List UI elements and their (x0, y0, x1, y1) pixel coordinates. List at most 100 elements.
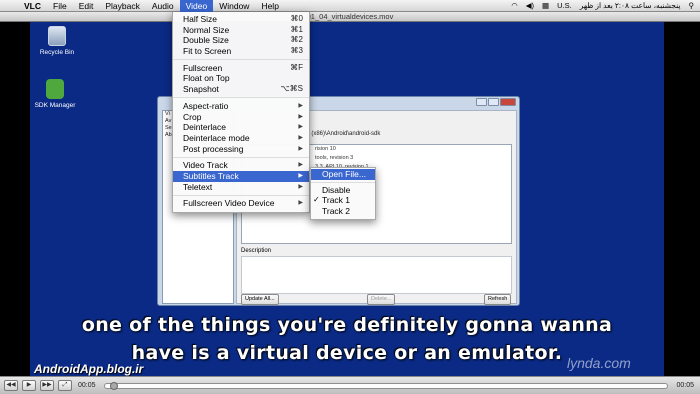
submenu-arrow-icon: ▶ (298, 183, 303, 190)
menu-item-crop[interactable]: Crop ▶ (173, 112, 309, 123)
menu-separator (173, 156, 309, 158)
menu-item-label: Snapshot (183, 84, 219, 95)
menu-item-fullscreen[interactable]: Fullscreen ⌘F (173, 63, 309, 74)
menu-item-label: Deinterlace mode (183, 132, 250, 143)
menu-item-label: Fullscreen (183, 62, 223, 73)
menu-app-vlc[interactable]: VLC (18, 0, 47, 12)
submenu-item-track-2[interactable]: Track 2 (311, 206, 375, 217)
blog-watermark: AndroidApp.blog.ir (34, 362, 144, 376)
menu-item-aspect-ratio[interactable]: Aspect-ratio ▶ (173, 101, 309, 112)
play-icon: ▶ (26, 382, 32, 388)
submenu-item-label: Track 2 (322, 205, 351, 216)
submenu-arrow-icon: ▶ (298, 113, 303, 120)
menu-item-shortcut: ⌘2 (290, 35, 303, 45)
menu-item-label: Video Track (183, 160, 228, 171)
minimize-icon (476, 98, 487, 106)
menu-separator (173, 194, 309, 196)
menu-separator (311, 181, 375, 183)
wifi-icon[interactable]: ◠ (511, 1, 518, 10)
menu-item-label: Deinterlace (183, 122, 226, 133)
menu-playback[interactable]: Playback (99, 0, 146, 12)
submenu-arrow-icon: ▶ (298, 200, 303, 207)
submenu-item-open-file[interactable]: Open File... (311, 169, 375, 180)
close-icon (500, 98, 516, 106)
menu-item-subtitles-track[interactable]: Subtitles Track ▶ (173, 170, 309, 182)
submenu-arrow-icon: ▶ (298, 162, 303, 169)
android-icon (46, 79, 64, 99)
menu-item-shortcut: ⌥⌘S (280, 84, 303, 94)
fast-forward-button[interactable]: ▶▶ (40, 380, 54, 391)
seek-knob[interactable] (110, 381, 119, 390)
menu-bar: VLC File Edit Playback Audio Video Windo… (0, 0, 700, 12)
lynda-watermark: lynda.com (567, 355, 631, 371)
update-all-button: Update All... (241, 294, 279, 305)
menu-video[interactable]: Video (179, 0, 214, 12)
submenu-arrow-icon: ▶ (298, 172, 303, 179)
submenu-item-disable[interactable]: Disable (311, 185, 375, 196)
delete-button: Delete... (367, 294, 396, 305)
menu-item-label: Float on Top (183, 73, 230, 84)
maximize-icon (488, 98, 499, 106)
flag-icon: ▦ (542, 1, 550, 10)
video-menu: Half Size ⌘0 Normal Size ⌘1 Double Size ⌘2 Fit… (172, 12, 310, 213)
fullscreen-button[interactable]: ⤢ (58, 380, 72, 391)
window-title: 01_04_virtualdevices.mov (0, 12, 700, 22)
spotlight-icon[interactable]: ⚲ (689, 1, 695, 10)
clock[interactable]: پنجشنبه، ساعت ۲:۰۸ بعد از ظهر (580, 1, 681, 10)
menu-item-shortcut: ⌘3 (290, 46, 303, 56)
menu-item-teletext[interactable]: Teletext ▶ (173, 182, 309, 193)
menu-item-deinterlace-mode[interactable]: Deinterlace mode ▶ (173, 133, 309, 144)
menu-item-video-track[interactable]: Video Track ▶ (173, 160, 309, 171)
rewind-button[interactable]: ◀◀ (4, 380, 18, 391)
menu-item-label: Subtitles Track (183, 170, 239, 181)
menu-file[interactable]: File (47, 0, 73, 12)
menu-window[interactable]: Window (213, 0, 255, 12)
recycle-bin-icon (48, 26, 66, 46)
desktop-icon-recycle-bin: Recycle Bin (32, 26, 82, 56)
refresh-button: Refresh (484, 294, 512, 305)
menu-item-label: Double Size (183, 35, 229, 46)
menu-item-label: Normal Size (183, 24, 230, 35)
time-remaining: 00:05 (676, 382, 694, 389)
fast-forward-icon: ▶▶ (42, 382, 52, 388)
menu-item-double-size[interactable]: Double Size ⌘2 (173, 35, 309, 46)
menu-item-label: Aspect-ratio (183, 100, 229, 111)
menu-item-post-processing[interactable]: Post processing ▶ (173, 144, 309, 155)
input-locale[interactable]: U.S. (557, 1, 572, 10)
menu-item-fit-to-screen[interactable]: Fit to Screen ⌘3 (173, 46, 309, 57)
menu-item-label: Post processing (183, 143, 244, 154)
menu-item-fullscreen-video-device[interactable]: Fullscreen Video Device ▶ (173, 198, 309, 209)
menu-item-label: Half Size (183, 14, 218, 24)
description-box (241, 256, 512, 294)
submenu-item-track-1[interactable]: ✓ Track 1 (311, 195, 375, 206)
desktop-icon-label: Recycle Bin (39, 49, 75, 56)
submenu-arrow-icon: ▶ (298, 124, 303, 131)
submenu-item-label: Disable (322, 184, 351, 195)
menu-item-snapshot[interactable]: Snapshot ⌥⌘S (173, 84, 309, 95)
menu-item-shortcut: ⌘F (290, 62, 303, 72)
menu-item-normal-size[interactable]: Normal Size ⌘1 (173, 25, 309, 36)
menu-item-float-on-top[interactable]: Float on Top (173, 73, 309, 84)
desktop-icon-label: SDK Manager (34, 102, 76, 109)
submenu-item-label: Track 1 (322, 195, 351, 206)
menu-item-half-size[interactable]: Half Size ⌘0 (173, 14, 309, 25)
seek-bar[interactable] (103, 381, 669, 390)
menu-item-shortcut: ⌘1 (290, 24, 303, 34)
menu-item-label: Fullscreen Video Device (183, 198, 275, 209)
sdk-path: tiles (x86)\Android\android-sdk (299, 131, 381, 137)
menu-help[interactable]: Help (255, 0, 284, 12)
volume-icon[interactable]: ◀) (526, 1, 534, 10)
menu-item-label: Teletext (183, 181, 213, 192)
checkmark-icon: ✓ (313, 195, 320, 205)
menu-separator (173, 97, 309, 99)
play-button[interactable]: ▶ (22, 380, 36, 391)
menu-edit[interactable]: Edit (73, 0, 100, 12)
playback-controls: ◀◀ ▶ ▶▶ ⤢ 00:05 00:05 (0, 376, 700, 394)
submenu-arrow-icon: ▶ (298, 145, 303, 152)
menu-audio[interactable]: Audio (146, 0, 180, 12)
time-elapsed: 00:05 (78, 382, 96, 389)
menu-item-deinterlace[interactable]: Deinterlace ▶ (173, 122, 309, 133)
menu-item-label: Fit to Screen (183, 46, 232, 57)
status-area: ◠ ◀) ▦ U.S. پنجشنبه، ساعت ۲:۰۸ بعد از ظه… (511, 1, 700, 10)
subtitle-line-1: one of the things you're definitely gonn… (81, 314, 613, 336)
